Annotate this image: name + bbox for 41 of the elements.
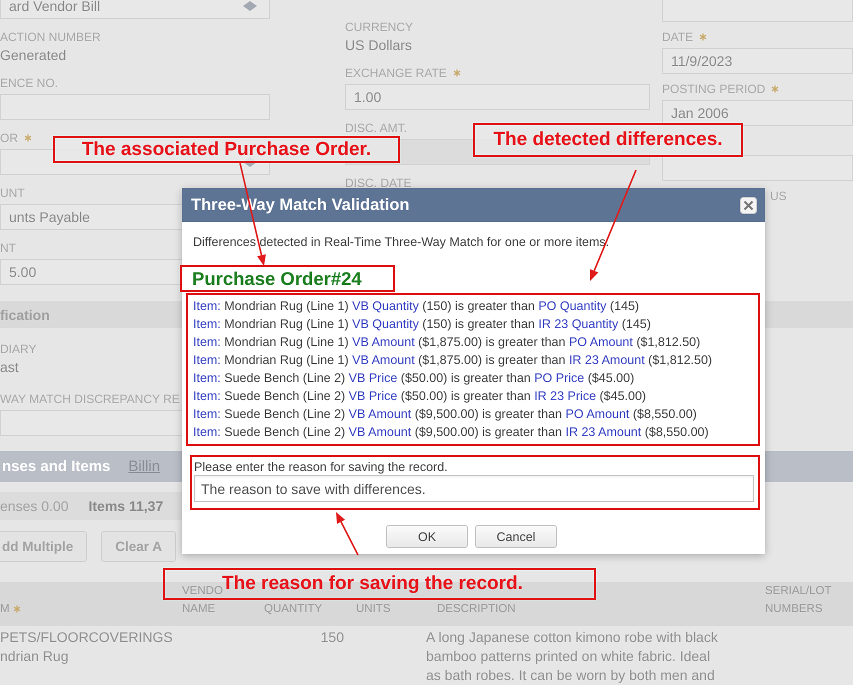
table-cell-text: PETS/FLOORCOVERINGS ndrian Rug	[0, 628, 174, 666]
column-header: NUMBERS	[765, 602, 823, 617]
column-header: QUANTITY	[264, 602, 322, 617]
table-cell-text: A long Japanese cotton kimono robe with black bamboo patterns printed on white fabric. Ideal as bath robes. It can be worn by both men and	[426, 628, 719, 685]
field-label: ENCE NO.	[0, 75, 58, 91]
field-label: NT	[0, 240, 16, 256]
difference-line: Item: Suede Bench (Line 2) VB Price ($50.00) is greater than IR 23 Price ($45.00)	[193, 388, 648, 405]
field-label: US	[770, 188, 787, 204]
column-header: SERIAL/LOT	[765, 584, 832, 599]
difference-line: Item: Suede Bench (Line 2) VB Amount ($9,500.00) is greater than IR 23 Amount ($8,550.00)	[193, 424, 710, 441]
purchase-order-title: Purchase Order#24	[180, 265, 395, 292]
difference-line: Item: Mondrian Rug (Line 1) VB Quantity (150) is greater than PO Quantity (145)	[193, 298, 640, 315]
difference-line: Item: Mondrian Rug (Line 1) VB Amount ($1,875.00) is greater than PO Amount ($1,812.50)	[193, 334, 702, 351]
field-value: ast	[0, 358, 19, 377]
callout-tooltip: The detected differences.	[473, 123, 743, 157]
difference-line: Item: Suede Bench (Line 2) VB Amount ($9,500.00) is greater than PO Amount ($8,550.00)	[193, 406, 698, 423]
field-label: DIARY	[0, 341, 36, 357]
reason-label: Please enter the reason for saving the record.	[194, 460, 449, 474]
field-label: POSTING PERIOD	[662, 81, 766, 97]
column-header: VENDO	[182, 585, 223, 599]
difference-line: Item: Suede Bench (Line 2) VB Price ($50.00) is greater than PO Price ($45.00)	[193, 370, 636, 387]
callout-tooltip: The associated Purchase Order.	[53, 136, 400, 163]
field-label: UNT	[0, 185, 25, 201]
field-label: CURRENCY	[345, 19, 414, 35]
difference-line: Item: Mondrian Rug (Line 1) VB Quantity (150) is greater than IR 23 Quantity (145)	[193, 316, 652, 333]
difference-line: Item: Mondrian Rug (Line 1) VB Amount ($1,875.00) is greater than IR 23 Amount ($1,812.50)	[193, 352, 714, 369]
field-label: DISC. DATE	[345, 175, 412, 191]
column-header: UNITS	[356, 602, 390, 617]
field-label: OR	[0, 130, 18, 146]
field-label: EXCHANGE RATE	[345, 65, 447, 81]
field-value: US Dollars	[345, 36, 412, 55]
field-value: Generated	[0, 46, 66, 65]
column-header: NAME	[182, 602, 216, 617]
field-label: ACTION NUMBER	[0, 29, 101, 45]
table-cell-text: 150	[320, 628, 345, 647]
column-header: M	[0, 602, 10, 617]
column-header: DESCRIPTION	[437, 602, 516, 617]
field-label: WAY MATCH DISCREPANCY RE	[0, 391, 180, 407]
field-label: DATE	[662, 29, 694, 45]
section-title: fication	[0, 306, 50, 322]
field-label: DISC. AMT.	[345, 120, 408, 136]
